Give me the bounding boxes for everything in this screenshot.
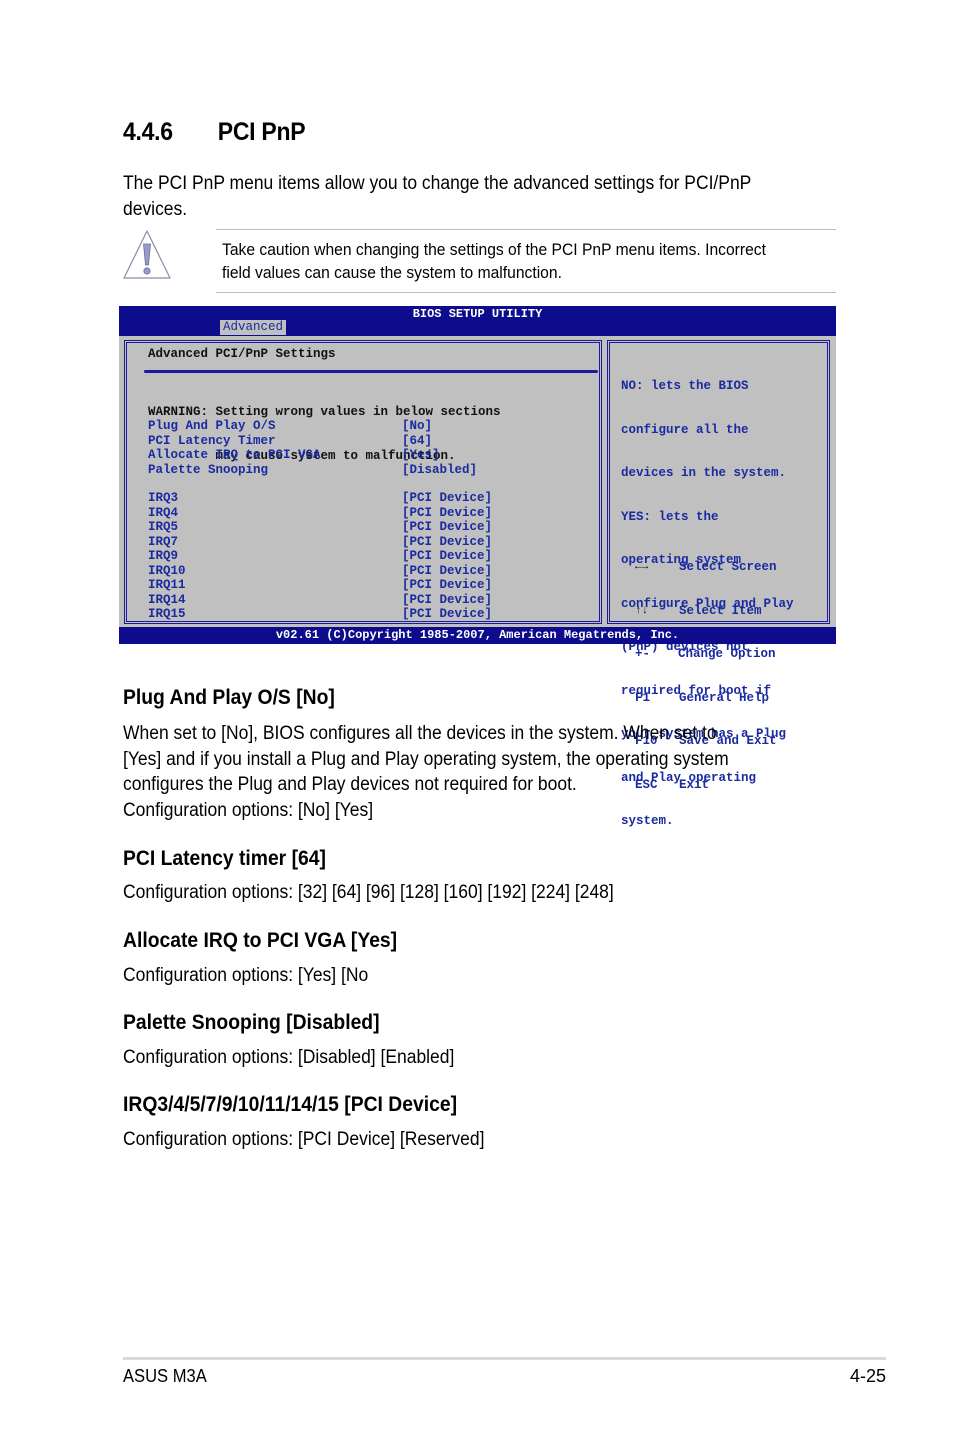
irq-value: [PCI Device] — [402, 534, 493, 549]
irq-label: IRQ14 — [148, 592, 186, 607]
setting-label: Plug And Play O/S — [148, 419, 276, 433]
setting-label: PCI Latency Timer — [148, 433, 276, 448]
bios-copyright-bar: v02.61 (C)Copyright 1985-2007, American … — [119, 627, 836, 644]
irq-label: IRQ4 — [148, 505, 179, 520]
irq-row[interactable]: IRQ4 [PCI Device] — [148, 506, 492, 521]
irq-list: IRQ3 [PCI Device] IRQ4 [PCI Device] IRQ5 [P… — [148, 491, 492, 622]
key-row: F1 General Help — [635, 691, 777, 706]
settings-list: Plug And Play O/S [No] PCI Latency Timer [… — [148, 419, 477, 477]
key-row: +- Change Option — [635, 647, 777, 662]
irq-value: [PCI Device] — [402, 549, 493, 563]
note-bottom-rule — [216, 292, 836, 293]
irq-row[interactable]: IRQ9 [PCI Device] — [148, 549, 492, 564]
irq-label: IRQ15 — [148, 607, 186, 621]
help-line: configure all the — [621, 422, 749, 437]
key-row: ↑↓ Select Item — [635, 604, 777, 619]
footer-page-number: 4-25 — [849, 1366, 886, 1386]
footer-product: ASUS M3A — [123, 1366, 207, 1386]
irq-row[interactable]: IRQ5 [PCI Device] — [148, 520, 492, 535]
note-top-rule — [216, 229, 836, 230]
setting-row-plug-and-play[interactable]: Plug And Play O/S [No] — [148, 419, 477, 434]
irq-row[interactable]: IRQ15 [PCI Device] — [148, 607, 492, 622]
irq-row[interactable]: IRQ11 [PCI Device] — [148, 578, 492, 593]
key-row: ←→ Select Screen — [635, 560, 777, 575]
irq-label: IRQ9 — [148, 549, 179, 563]
section-heading: 4.4.6 PCI PnP — [123, 118, 306, 147]
key-legend: ←→ Select Screen ↑↓ Select Item +- Change O… — [635, 531, 777, 821]
irq-row[interactable]: IRQ14 [PCI Device] — [148, 593, 492, 608]
item-heading-irq: IRQ3/4/5/7/9/10/11/14/15 [PCI Device] — [123, 1093, 458, 1116]
item-text: configures the Plug and Play devices not… — [123, 774, 577, 795]
settings-pane: Advanced PCI/PnP Settings WARNING: Setti… — [124, 340, 602, 624]
item-heading-plug-and-play: Plug And Play O/S [No] — [123, 686, 335, 709]
item-heading-allocate-irq: Allocate IRQ to PCI VGA [Yes] — [123, 929, 398, 952]
setting-row-palette-snooping[interactable]: Palette Snooping [Disabled] — [148, 463, 477, 478]
item-options: Configuration options: [Yes] [No — [123, 965, 369, 986]
setting-label: Palette Snooping — [148, 462, 269, 477]
irq-row[interactable]: IRQ3 [PCI Device] — [148, 491, 492, 506]
irq-label: IRQ3 — [148, 491, 179, 505]
bios-title-bar: BIOS SETUP UTILITY Advanced — [119, 306, 836, 336]
caution-line-2: field values can cause the system to mal… — [222, 263, 562, 282]
footer-rule — [123, 1357, 886, 1360]
item-options: Configuration options: [PCI Device] [Res… — [123, 1129, 485, 1150]
caution-text: Take caution when changing the settings … — [222, 238, 766, 284]
item-heading-pci-latency: PCI Latency timer [64] — [123, 847, 326, 870]
key-action: Select Screen — [679, 560, 777, 574]
item-options: Configuration options: [32] [64] [96] [1… — [123, 882, 614, 903]
setting-value: [Disabled] — [402, 462, 478, 477]
section-title: PCI PnP — [217, 118, 306, 146]
item-options: Configuration options: [No] [Yes] — [123, 800, 374, 821]
section-number: 4.4.6 — [123, 118, 173, 146]
irq-label: IRQ5 — [148, 520, 179, 534]
key-row: ESC Exit — [635, 778, 777, 793]
key-label: ESC — [635, 777, 658, 792]
setting-value: [64] — [402, 433, 433, 448]
key-action: Exit — [679, 777, 710, 792]
irq-value: [PCI Device] — [402, 491, 493, 505]
warning-triangle-icon — [123, 230, 171, 279]
irq-label: IRQ11 — [148, 578, 186, 592]
pane-separator — [144, 370, 598, 373]
irq-label: IRQ7 — [148, 534, 179, 549]
arrow-left-right-icon: ←→ — [635, 561, 649, 573]
bios-screenshot: BIOS SETUP UTILITY Advanced Advanced PCI… — [119, 306, 836, 828]
irq-value: [PCI Device] — [402, 563, 493, 578]
help-line: NO: lets the BIOS — [621, 379, 749, 393]
intro-line-1: The PCI PnP menu items allow you to chan… — [123, 173, 752, 194]
setting-row-pci-latency[interactable]: PCI Latency Timer [64] — [148, 434, 477, 449]
irq-row[interactable]: IRQ10 [PCI Device] — [148, 564, 492, 579]
help-pane: NO: lets the BIOS configure all the devi… — [607, 340, 830, 828]
irq-value: [PCI Device] — [402, 505, 493, 520]
setting-label: Allocate IRQ to PCI VGA — [148, 448, 321, 462]
irq-value: [PCI Device] — [402, 578, 493, 592]
tab-advanced[interactable]: Advanced — [220, 320, 287, 335]
irq-row[interactable]: IRQ7 [PCI Device] — [148, 535, 492, 550]
irq-value: [PCI Device] — [402, 520, 493, 534]
pane-title: Advanced PCI/PnP Settings — [148, 347, 336, 361]
item-text: When set to [No], BIOS configures all th… — [123, 723, 717, 744]
warning-line-1: WARNING: Setting wrong values in below s… — [148, 405, 501, 419]
caution-line-1: Take caution when changing the settings … — [222, 240, 766, 259]
help-line: YES: lets the — [621, 509, 719, 524]
irq-label: IRQ10 — [148, 563, 186, 578]
key-label: +- — [635, 647, 651, 661]
key-action: Change Option — [678, 647, 776, 661]
setting-value: [Yes] — [402, 448, 440, 462]
help-line: devices in the system. — [621, 466, 787, 480]
key-label: F1 — [635, 690, 651, 705]
key-action: General Help — [679, 690, 770, 705]
bios-title: BIOS SETUP UTILITY — [412, 307, 543, 321]
item-options: Configuration options: [Disabled] [Enabl… — [123, 1047, 455, 1068]
arrow-up-down-icon: ↑↓ — [635, 604, 649, 617]
setting-row-allocate-irq[interactable]: Allocate IRQ to PCI VGA [Yes] — [148, 448, 477, 463]
item-heading-palette-snooping: Palette Snooping [Disabled] — [123, 1011, 380, 1034]
irq-value: [PCI Device] — [402, 607, 493, 621]
irq-value: [PCI Device] — [402, 592, 493, 607]
intro-line-2: devices. — [123, 199, 188, 220]
key-action: Select Item — [679, 603, 762, 618]
setting-value: [No] — [402, 419, 433, 433]
item-text: [Yes] and if you install a Plug and Play… — [123, 749, 729, 770]
